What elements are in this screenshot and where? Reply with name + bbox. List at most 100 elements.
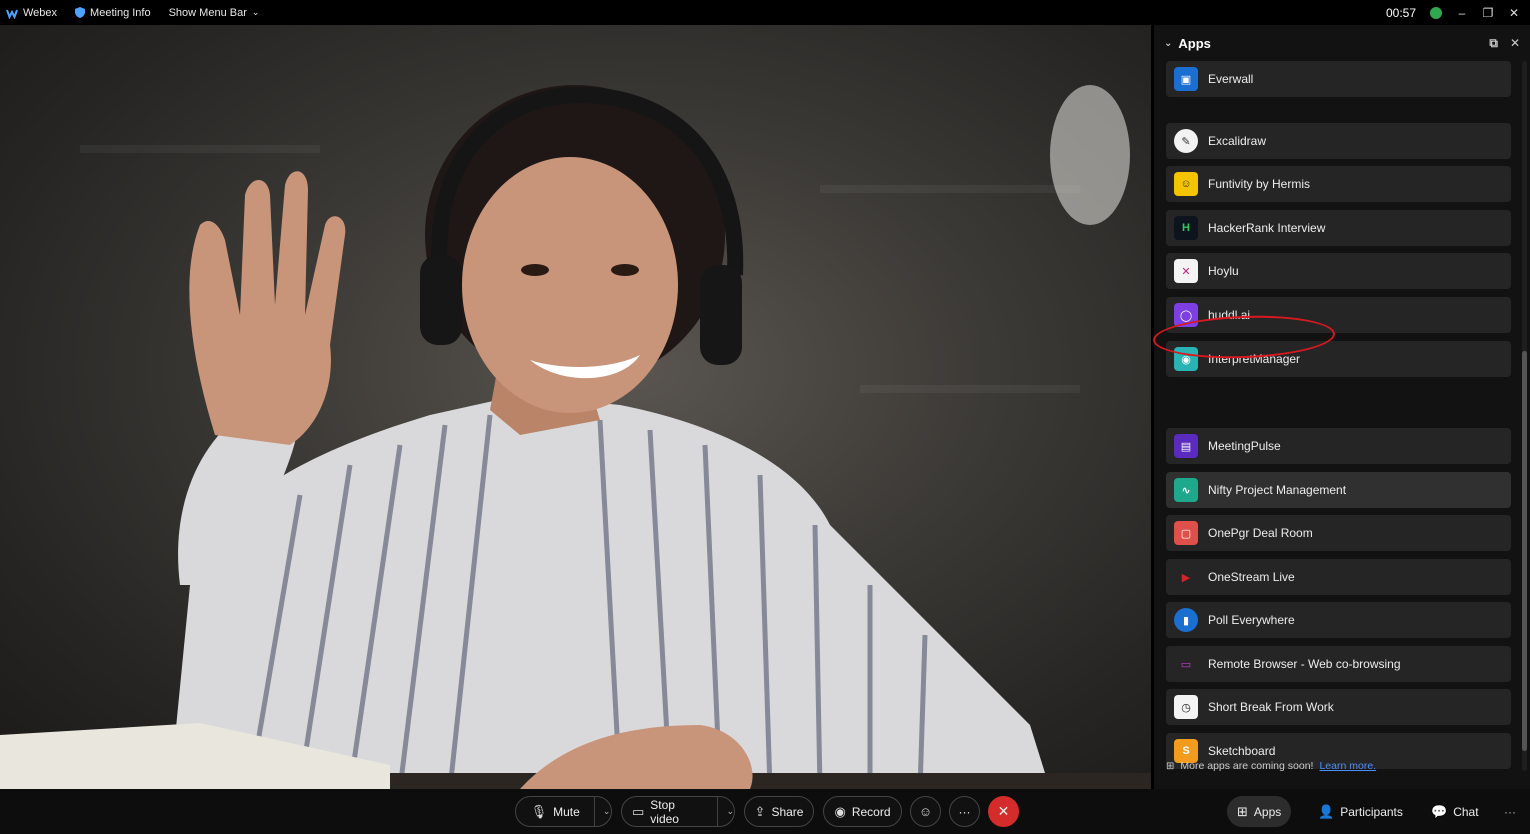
participants-button[interactable]: 👤 Participants: [1308, 796, 1413, 827]
close-window-icon[interactable]: ✕: [1508, 6, 1520, 20]
app-item-label: Nifty Project Management: [1208, 483, 1347, 497]
app-item-meetingpulse[interactable]: ▤ MeetingPulse: [1166, 428, 1511, 464]
record-icon: ◉: [834, 803, 846, 819]
video-camera-icon: ▭: [632, 803, 645, 819]
app-item-hackerrank[interactable]: H HackerRank Interview: [1166, 210, 1511, 246]
app-item-label: InterpretManager: [1208, 352, 1301, 366]
app-item-label: Short Break From Work: [1208, 700, 1334, 714]
everwall-icon: ▣: [1174, 67, 1198, 91]
panel-more-button[interactable]: ···: [1494, 796, 1526, 827]
mute-options-chevron-icon[interactable]: ⌄: [593, 797, 610, 826]
nifty-icon: ∿: [1174, 478, 1198, 502]
participants-icon: 👤: [1318, 803, 1335, 819]
microphone-icon: 🎙: [530, 803, 548, 819]
meeting-timer: 00:57: [1385, 5, 1416, 20]
apps-grid-icon: ⊞: [1166, 760, 1175, 772]
app-item-label: Remote Browser - Web co-browsing: [1208, 657, 1401, 671]
chat-button[interactable]: 💬 Chat: [1421, 796, 1489, 827]
app-item-label: OneStream Live: [1208, 570, 1295, 584]
webex-menu[interactable]: Webex: [6, 7, 57, 19]
close-panel-icon[interactable]: ✕: [1510, 36, 1520, 51]
poll-everywhere-icon: ▮: [1174, 608, 1198, 632]
learn-more-link[interactable]: Learn more.: [1319, 760, 1376, 772]
app-item-label: huddl.ai: [1208, 308, 1251, 322]
app-item-short-break[interactable]: ◷ Short Break From Work: [1166, 689, 1511, 725]
record-label: Record: [851, 804, 891, 819]
webex-label: Webex: [23, 6, 58, 19]
apps-panel: ⌄ Apps ⧉ ✕ ▣ Everwall ✎ Excalidraw ☺ Fun…: [1154, 25, 1530, 789]
app-item-onepgr[interactable]: ▢ OnePgr Deal Room: [1166, 515, 1511, 551]
hackerrank-icon: H: [1174, 216, 1198, 240]
apps-scrollbar-thumb[interactable]: [1522, 351, 1527, 751]
share-button[interactable]: ⇪ Share: [744, 796, 814, 827]
app-item-nifty[interactable]: ∿ Nifty Project Management: [1166, 472, 1511, 508]
onepgr-icon: ▢: [1174, 521, 1198, 545]
chevron-down-icon: ⌄: [251, 7, 260, 17]
app-item-label: Everwall: [1208, 72, 1254, 86]
mute-label: Mute: [553, 804, 580, 819]
app-item-label: MeetingPulse: [1208, 439, 1281, 453]
app-item-hoylu[interactable]: ✕ Hoylu: [1166, 253, 1511, 289]
chat-label: Chat: [1453, 804, 1479, 819]
huddl-icon: ◯: [1174, 303, 1198, 327]
app-item-excalidraw[interactable]: ✎ Excalidraw: [1166, 123, 1511, 159]
participants-label: Participants: [1340, 804, 1403, 819]
stop-video-button[interactable]: ▭ Stop video ⌄: [621, 796, 735, 827]
more-apps-text: More apps are coming soon!: [1180, 760, 1314, 772]
app-item-poll-everywhere[interactable]: ▮ Poll Everywhere: [1166, 602, 1511, 638]
app-item-label: Sketchboard: [1208, 744, 1276, 758]
apps-panel-header: ⌄ Apps ⧉ ✕: [1154, 25, 1530, 61]
interpretmanager-icon: ◉: [1174, 347, 1198, 371]
apps-scrollbar[interactable]: [1522, 61, 1527, 771]
funtivity-icon: ☺: [1174, 172, 1198, 196]
more-apps-notice: ⊞ More apps are coming soon! Learn more.: [1166, 760, 1376, 772]
app-item-label: Funtivity by Hermis: [1208, 177, 1311, 191]
apps-panel-title: Apps: [1178, 35, 1211, 51]
more-options-icon: ···: [958, 804, 971, 819]
collapse-chevron-icon[interactable]: ⌄: [1164, 38, 1172, 49]
pop-out-icon[interactable]: ⧉: [1489, 36, 1498, 51]
apps-toggle-button[interactable]: ⊞ Apps: [1227, 796, 1292, 827]
leave-meeting-button[interactable]: ✕: [988, 796, 1019, 827]
mute-button[interactable]: 🎙 Mute ⌄: [515, 796, 612, 827]
show-menu-bar-label: Show Menu Bar: [168, 6, 247, 19]
share-screen-icon: ⇪: [754, 803, 766, 819]
emoji-reaction-icon: ☺: [918, 804, 933, 819]
app-item-huddl[interactable]: ◯ huddl.ai: [1166, 297, 1511, 333]
stop-video-label: Stop video: [650, 797, 679, 826]
app-item-label: HackerRank Interview: [1208, 221, 1326, 235]
meeting-controls-bar: 🎙 Mute ⌄ ▭ Stop video ⌄ ⇪ Share ◉ Record…: [0, 789, 1530, 834]
shield-icon: [75, 7, 86, 18]
webex-logo-icon: [6, 9, 18, 19]
meeting-info-label: Meeting Info: [90, 6, 151, 19]
app-item-label: Hoylu: [1208, 264, 1239, 278]
meeting-info-button[interactable]: Meeting Info: [75, 7, 151, 19]
app-item-remote-browser[interactable]: ▭ Remote Browser - Web co-browsing: [1166, 646, 1511, 682]
reactions-button[interactable]: ☺: [910, 796, 941, 827]
video-options-chevron-icon[interactable]: ⌄: [717, 797, 734, 826]
minimize-icon[interactable]: –: [1456, 6, 1468, 20]
app-item-everwall[interactable]: ▣ Everwall: [1166, 61, 1511, 97]
meetingpulse-icon: ▤: [1174, 434, 1198, 458]
apps-toggle-label: Apps: [1253, 804, 1282, 819]
app-item-funtivity[interactable]: ☺ Funtivity by Hermis: [1166, 166, 1511, 202]
participant-video: [0, 25, 1151, 789]
participant-illustration: [0, 85, 1151, 789]
app-item-label: Poll Everywhere: [1208, 613, 1295, 627]
more-options-button[interactable]: ···: [949, 796, 980, 827]
record-button[interactable]: ◉ Record: [823, 796, 902, 827]
network-signal-icon: [1430, 6, 1442, 19]
app-item-onestream[interactable]: ▶ OneStream Live: [1166, 559, 1511, 595]
excalidraw-icon: ✎: [1174, 129, 1198, 153]
restore-icon[interactable]: ❐: [1482, 6, 1494, 20]
app-item-label: Excalidraw: [1208, 134, 1267, 148]
hoylu-icon: ✕: [1174, 259, 1198, 283]
show-menu-bar-button[interactable]: Show Menu Bar ⌄: [169, 7, 260, 19]
onestream-icon: ▶: [1174, 565, 1198, 589]
ellipsis-icon: ···: [1504, 804, 1516, 819]
chat-bubble-icon: 💬: [1431, 803, 1448, 819]
share-label: Share: [771, 804, 804, 819]
remote-browser-icon: ▭: [1174, 652, 1198, 676]
app-item-interpretmanager[interactable]: ◉ InterpretManager: [1166, 341, 1511, 377]
short-break-icon: ◷: [1174, 695, 1198, 719]
